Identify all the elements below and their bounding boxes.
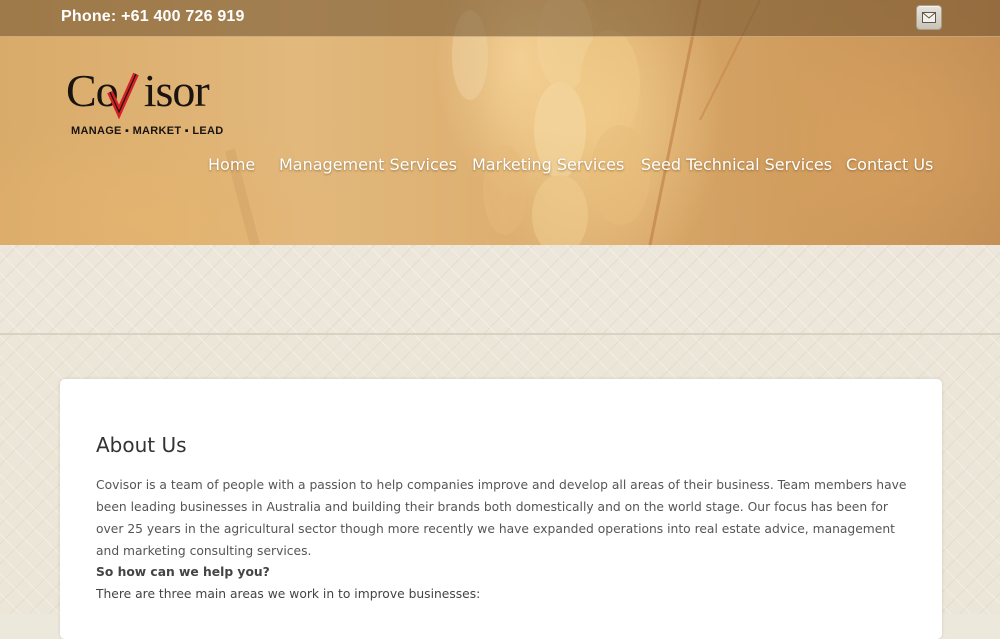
about-card: About Us Covisor is a team of people wit… (60, 379, 942, 639)
phone-number: Phone: +61 400 726 919 (61, 8, 245, 25)
nav-seed-technical-services[interactable]: Seed Technical Services (641, 155, 832, 174)
about-body-text: Covisor is a team of people with a passi… (96, 478, 907, 558)
email-button[interactable] (916, 5, 942, 30)
envelope-icon (922, 12, 936, 23)
header-hero: Phone: +61 400 726 919 Co isor MANAGE ▪ M… (0, 0, 1000, 245)
top-bar: Phone: +61 400 726 919 (0, 0, 1000, 37)
nav-home[interactable]: Home (208, 155, 255, 174)
nav-marketing-services[interactable]: Marketing Services (472, 155, 624, 174)
areas-intro-text: There are three main areas we work in to… (96, 587, 481, 601)
nav-management-services[interactable]: Management Services (279, 155, 457, 174)
logo-tagline: MANAGE ▪ MARKET ▪ LEAD (71, 125, 224, 137)
pattern-band (0, 245, 1000, 335)
help-question: So how can we help you? (96, 565, 270, 579)
about-title: About Us (96, 433, 187, 457)
nav-contact-us[interactable]: Contact Us (846, 155, 933, 174)
main-navigation: Home Management Services Marketing Servi… (0, 155, 1000, 179)
covisor-logo[interactable]: Co isor MANAGE ▪ MARKET ▪ LEAD (66, 68, 236, 140)
checkmark-icon (107, 72, 139, 120)
